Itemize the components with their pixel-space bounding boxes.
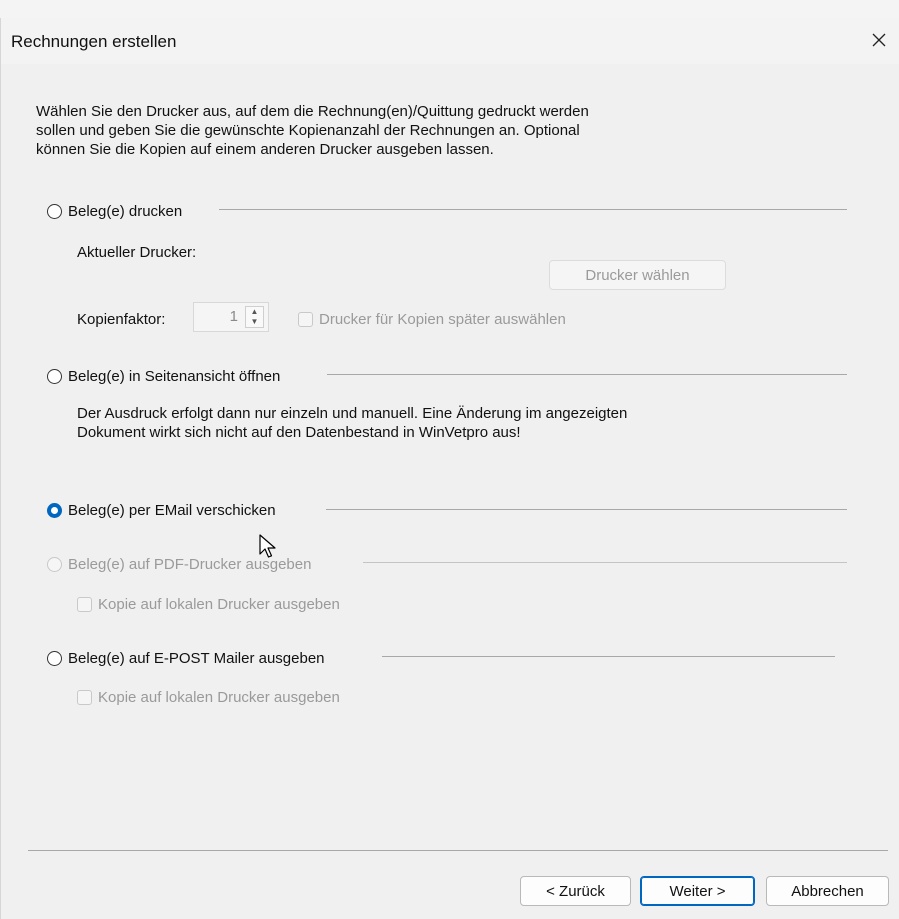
email-option[interactable]: Beleg(e) per EMail verschicken bbox=[47, 502, 276, 519]
copies-value: 1 bbox=[229, 308, 238, 325]
epost-option-label: Beleg(e) auf E-POST Mailer ausgeben bbox=[68, 650, 325, 667]
preview-radio[interactable] bbox=[47, 369, 62, 384]
print-group-line bbox=[219, 209, 847, 210]
current-printer-label: Aktueller Drucker: bbox=[77, 244, 197, 261]
epost-radio[interactable] bbox=[47, 651, 62, 666]
pdf-group-line bbox=[363, 562, 847, 563]
background-window-strip bbox=[0, 0, 899, 18]
pdf-copy-checkbox[interactable] bbox=[77, 597, 92, 612]
close-icon bbox=[872, 33, 886, 47]
copies-stepper[interactable]: 1 ▲ ▼ bbox=[193, 302, 269, 332]
spin-down-icon[interactable]: ▼ bbox=[251, 318, 259, 326]
preview-note-line: Dokument wirkt sich nicht auf den Datenb… bbox=[77, 424, 521, 441]
epost-copy-checkbox[interactable] bbox=[77, 690, 92, 705]
intro-line: sollen und geben Sie die gewünschte Kopi… bbox=[36, 122, 580, 139]
email-group-line bbox=[326, 509, 847, 510]
pdf-copy-label: Kopie auf lokalen Drucker ausgeben bbox=[98, 596, 340, 613]
back-button[interactable]: < Zurück bbox=[520, 876, 631, 906]
copies-label: Kopienfaktor: bbox=[77, 311, 166, 328]
preview-option[interactable]: Beleg(e) in Seitenansicht öffnen bbox=[47, 368, 280, 385]
cancel-button[interactable]: Abbrechen bbox=[766, 876, 889, 906]
email-option-label: Beleg(e) per EMail verschicken bbox=[68, 502, 276, 519]
print-option[interactable]: Beleg(e) drucken bbox=[47, 203, 182, 220]
intro-line: Wählen Sie den Drucker aus, auf dem die … bbox=[36, 103, 589, 120]
next-button[interactable]: Weiter > bbox=[640, 876, 755, 906]
epost-group-line bbox=[382, 656, 835, 657]
pdf-copy-option[interactable]: Kopie auf lokalen Drucker ausgeben bbox=[77, 596, 340, 613]
later-printer-label: Drucker für Kopien später auswählen bbox=[319, 311, 566, 328]
choose-printer-button[interactable]: Drucker wählen bbox=[549, 260, 726, 290]
preview-note-line: Der Ausdruck erfolgt dann nur einzeln un… bbox=[77, 405, 628, 422]
intro-line: können Sie die Kopien auf einem anderen … bbox=[36, 141, 494, 158]
preview-group-line bbox=[327, 374, 847, 375]
print-option-label: Beleg(e) drucken bbox=[68, 203, 183, 220]
dialog-title: Rechnungen erstellen bbox=[11, 32, 177, 51]
epost-copy-label: Kopie auf lokalen Drucker ausgeben bbox=[98, 689, 340, 706]
later-printer-checkbox[interactable] bbox=[298, 312, 313, 327]
preview-option-label: Beleg(e) in Seitenansicht öffnen bbox=[68, 368, 281, 385]
wizard-dialog: Rechnungen erstellen Wählen Sie den Druc… bbox=[0, 18, 899, 919]
spin-up-icon[interactable]: ▲ bbox=[251, 308, 259, 316]
epost-option[interactable]: Beleg(e) auf E-POST Mailer ausgeben bbox=[47, 650, 325, 667]
later-printer-option[interactable]: Drucker für Kopien später auswählen bbox=[298, 311, 566, 328]
pdf-radio[interactable] bbox=[47, 557, 62, 572]
footer-divider bbox=[28, 850, 888, 851]
epost-copy-option[interactable]: Kopie auf lokalen Drucker ausgeben bbox=[77, 689, 340, 706]
copies-spin-buttons[interactable]: ▲ ▼ bbox=[245, 306, 264, 328]
email-radio[interactable] bbox=[47, 503, 62, 518]
close-button[interactable] bbox=[862, 24, 896, 56]
title-bar: Rechnungen erstellen bbox=[1, 18, 899, 64]
intro-text: Wählen Sie den Drucker aus, auf dem die … bbox=[36, 102, 756, 159]
print-radio[interactable] bbox=[47, 204, 62, 219]
mouse-pointer-icon bbox=[259, 534, 276, 558]
